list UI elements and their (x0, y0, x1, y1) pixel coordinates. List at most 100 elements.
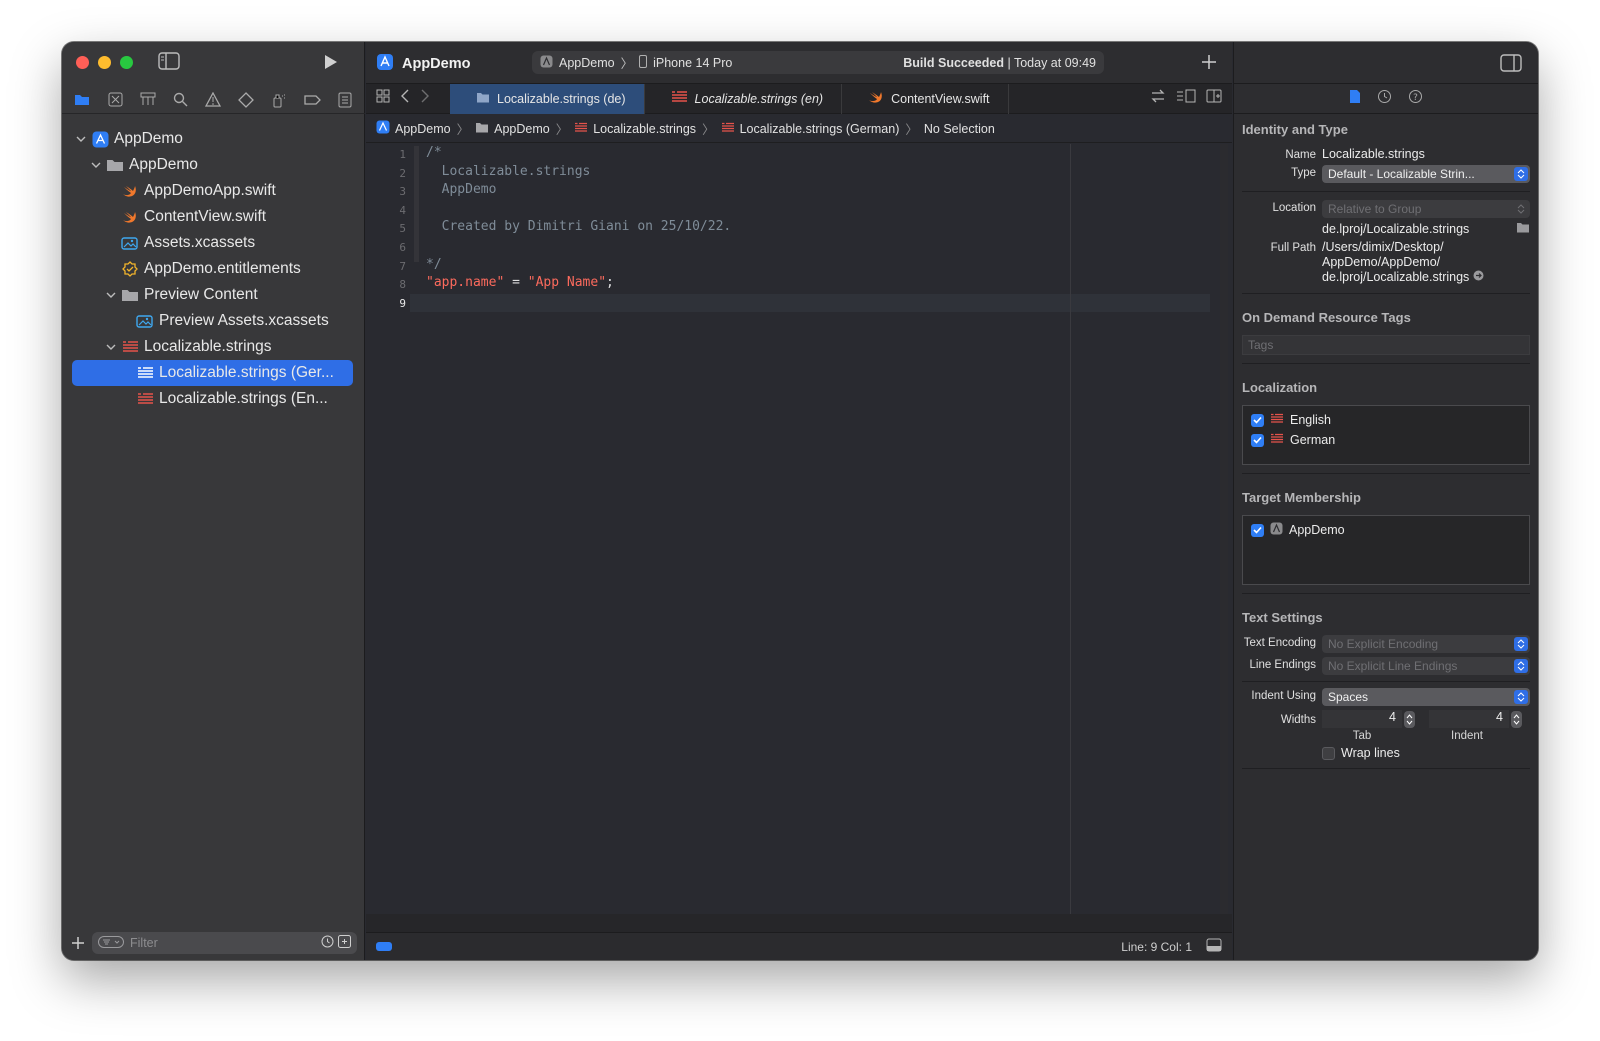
project-navigator-folder-icon[interactable] (70, 89, 94, 111)
history-clock-icon[interactable] (1377, 89, 1392, 109)
tree-item[interactable]: AppDemoApp.swift (62, 178, 365, 204)
editor-options-icon[interactable] (1176, 89, 1196, 108)
recent-files-clock-icon[interactable] (321, 935, 334, 951)
vertical-scrollbar[interactable] (1220, 144, 1228, 934)
choose-folder-icon[interactable] (1516, 222, 1530, 236)
zoom-window-button[interactable] (120, 56, 133, 69)
tree-item[interactable]: Localizable.strings (En... (62, 386, 365, 412)
tab-width-field[interactable]: 4 (1322, 710, 1402, 728)
text-encoding-label: Text Encoding (1243, 637, 1316, 649)
debug-area-indicator-icon[interactable] (376, 942, 392, 951)
text-encoding-popup[interactable]: No Explicit Encoding (1322, 635, 1530, 653)
jump-bar-label: No Selection (923, 121, 995, 136)
checkbox-row[interactable]: German (1243, 430, 1529, 450)
source-editor[interactable]: 1 2 3 4 5 6 7 8 9 /* Localizable.strings AppDemo… (366, 144, 1232, 934)
editor-tab[interactable]: ContentView.swift (842, 83, 1009, 114)
reveal-in-finder-arrow-icon[interactable] (1473, 270, 1484, 284)
disclosure-chevron-icon[interactable] (74, 132, 88, 146)
jump-bar-item[interactable]: Localizable.strings (German) (721, 122, 899, 136)
activity-view[interactable]: AppDemo 〉 iPhone 14 Pro Build Succeeded … (532, 51, 1104, 74)
horizontal-scrollbar[interactable] (366, 914, 1232, 932)
add-editor-split-icon[interactable] (1206, 89, 1222, 108)
disclosure-chevron-icon[interactable] (104, 288, 118, 302)
file-inspector: ? Identity and Type Name Localizable.stri… (1233, 42, 1538, 960)
indent-using-popup[interactable]: Spaces (1322, 688, 1530, 706)
checkbox-row[interactable]: English (1243, 410, 1529, 430)
tree-item[interactable]: Preview Content (62, 282, 365, 308)
quick-help-question-icon[interactable]: ? (1408, 89, 1423, 109)
run-button[interactable] (320, 52, 340, 72)
tree-item[interactable]: Preview Assets.xcassets (62, 308, 365, 334)
jump-bar-item[interactable]: AppDemo (376, 120, 451, 137)
disclosure-chevron-icon[interactable] (104, 340, 118, 354)
chevron-right-icon: 〉 (620, 57, 634, 71)
checkbox-label: German (1290, 433, 1336, 447)
swap-arrows-icon[interactable] (1150, 89, 1166, 108)
tree-item[interactable]: Localizable.strings (62, 334, 365, 360)
scheme-selector[interactable]: AppDemo (559, 56, 615, 70)
type-popup[interactable]: Default - Localizable Strin... (1322, 165, 1530, 183)
jump-bar-item[interactable]: AppDemo (475, 122, 550, 136)
stepper-arrows-icon[interactable] (1511, 710, 1522, 728)
library-plus-icon[interactable] (1200, 53, 1218, 71)
related-items-grid-icon[interactable] (376, 89, 390, 108)
inspector-toggle-icon[interactable] (1500, 54, 1522, 77)
device-selector[interactable]: iPhone 14 Pro (653, 56, 732, 70)
code-fold-ribbon[interactable] (414, 146, 419, 262)
indent-width-stepper[interactable]: 4 (1429, 710, 1522, 728)
checkbox[interactable] (1251, 433, 1264, 447)
test-diamond-icon[interactable] (234, 89, 258, 111)
strings-icon (671, 90, 688, 107)
stepper-arrows-icon[interactable] (1404, 710, 1415, 728)
breakpoint-icon[interactable] (300, 89, 324, 111)
tree-item[interactable]: ContentView.swift (62, 204, 365, 230)
tab-width-stepper[interactable]: 4 (1322, 710, 1415, 728)
checkbox-row[interactable]: AppDemo (1243, 520, 1529, 540)
wrap-lines-option[interactable]: Wrap lines (1322, 746, 1538, 760)
tree-item[interactable]: Localizable.strings (Ger... (72, 360, 353, 386)
indent-width-field[interactable]: 4 (1429, 710, 1509, 728)
issue-warning-icon[interactable] (201, 89, 225, 111)
disclosure-chevron-icon[interactable] (89, 158, 103, 172)
file-inspector-doc-icon[interactable] (1349, 89, 1361, 109)
filter-field[interactable]: Filter (92, 932, 357, 954)
folder-icon (121, 287, 139, 303)
jump-bar-item[interactable]: Localizable.strings (574, 122, 696, 136)
symbol-navigator-icon[interactable] (136, 89, 160, 111)
tab-caption: Tab (1352, 730, 1372, 742)
line-endings-popup[interactable]: No Explicit Line Endings (1322, 657, 1530, 675)
tags-field[interactable]: Tags (1242, 335, 1530, 355)
name-field[interactable]: Localizable.strings (1322, 147, 1538, 161)
debug-spray-icon[interactable] (267, 89, 291, 111)
tree-item[interactable]: AppDemo.entitlements (62, 256, 365, 282)
minimize-window-button[interactable] (98, 56, 111, 69)
forward-chevron-icon[interactable] (420, 89, 430, 108)
source-control-icon[interactable] (103, 89, 127, 111)
editor-tab[interactable]: Localizable.strings (de) (450, 83, 645, 114)
editor-tab[interactable]: Localizable.strings (en) (645, 83, 843, 114)
location-popup[interactable]: Relative to Group (1322, 200, 1530, 218)
line-number: 4 (399, 203, 406, 217)
jump-bar-item[interactable]: No Selection (924, 122, 995, 136)
close-window-button[interactable] (76, 56, 89, 69)
target-membership-heading: Target Membership (1242, 490, 1361, 505)
back-chevron-icon[interactable] (400, 89, 410, 108)
xcode-project-icon (376, 53, 394, 75)
toggle-debug-area-icon[interactable] (1206, 938, 1222, 955)
type-label: Type (1291, 167, 1316, 179)
checkbox[interactable] (1251, 523, 1264, 537)
search-icon[interactable] (169, 89, 193, 111)
wrap-lines-checkbox[interactable] (1322, 746, 1335, 760)
tree-item[interactable]: AppDemo (62, 126, 365, 152)
line-endings-value: No Explicit Line Endings (1328, 659, 1458, 673)
report-icon[interactable] (333, 89, 357, 111)
tree-item[interactable]: AppDemo (62, 152, 365, 178)
checkbox[interactable] (1251, 413, 1264, 427)
tree-item[interactable]: Assets.xcassets (62, 230, 365, 256)
add-file-icon[interactable] (70, 935, 86, 951)
source-control-filter-icon[interactable] (338, 935, 351, 951)
filter-options-icon[interactable] (98, 935, 124, 951)
sidebar-toggle-icon[interactable] (158, 52, 180, 70)
project-icon (91, 131, 109, 147)
strings-icon (136, 391, 154, 407)
